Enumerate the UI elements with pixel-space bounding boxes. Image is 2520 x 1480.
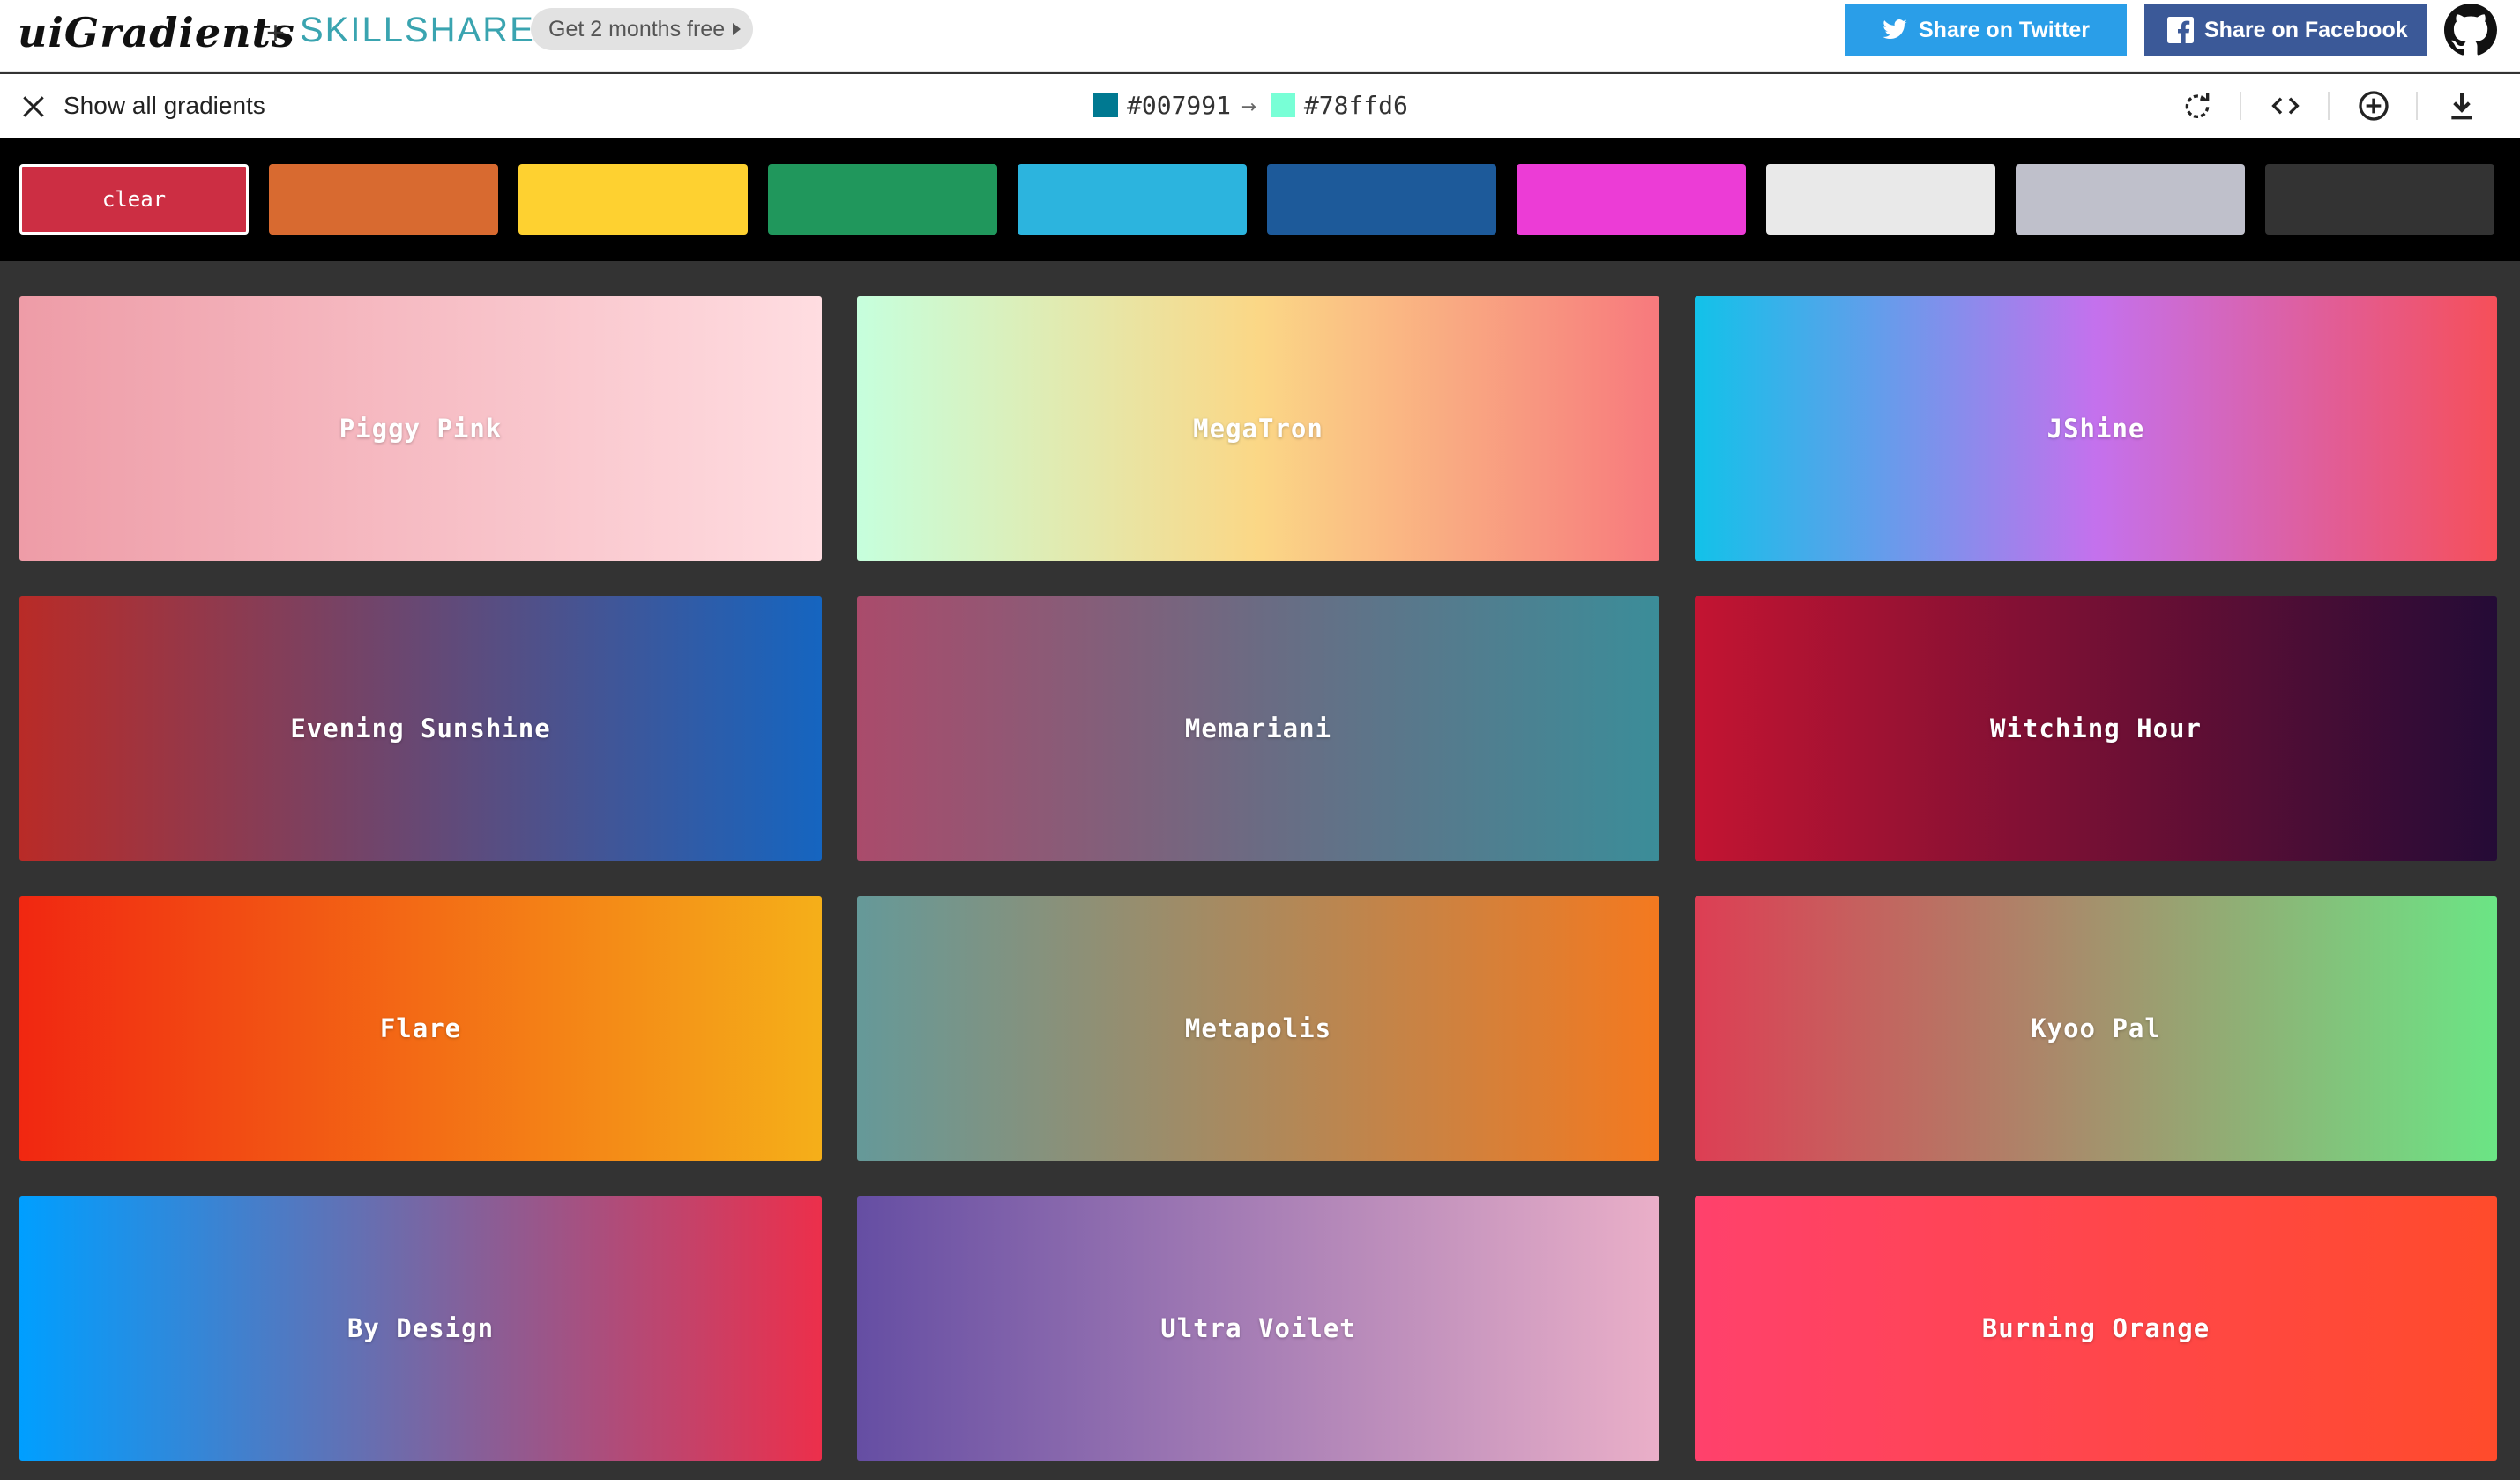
promo-label: Get 2 months free [548,17,726,41]
gradient-card[interactable]: MegaTron [857,296,1659,561]
get-css-button[interactable] [2268,88,2303,123]
promo-button[interactable]: Get 2 months free [531,8,754,50]
filter-color-black[interactable] [2265,164,2494,235]
gradient-name: Flare [379,1013,462,1043]
gradient-card[interactable]: By Design [19,1196,822,1461]
download-icon [2451,93,2472,120]
filter-color-green[interactable] [768,164,997,235]
color-from-hex[interactable]: #007991 [1127,91,1231,120]
gradient-card[interactable]: Flare [19,896,822,1161]
toolbar-divider [2240,92,2241,120]
gradient-name: Kyoo Pal [2031,1013,2161,1043]
top-header: uiGradients + SKILLSHARE Get 2 months fr… [0,0,2520,72]
arrow-right-icon: → [1241,91,1256,120]
filter-color-yellow[interactable] [518,164,748,235]
gradient-card[interactable]: Burning Orange [1695,1196,2497,1461]
share-facebook-label: Share on Facebook [2204,18,2408,42]
share-twitter-button[interactable]: Share on Twitter [1845,4,2127,56]
gradient-name: Ultra Voilet [1160,1313,1356,1343]
gradient-name: Witching Hour [1990,714,2202,744]
filter-color-orange[interactable] [269,164,498,235]
gradient-card[interactable]: Memariani [857,596,1659,861]
gradient-name: Piggy Pink [339,414,503,444]
rotate-icon [2185,93,2210,118]
gradient-name: Memariani [1184,714,1332,744]
brand-logo[interactable]: uiGradients [18,9,295,56]
gradient-name: Metapolis [1184,1013,1332,1043]
gradient-name: Evening Sunshine [290,714,551,744]
github-icon[interactable] [2444,4,2497,56]
filter-color-cyan[interactable] [1018,164,1247,235]
gradient-toolbar: Show all gradients #007991 → #78ffd6 [0,74,2520,138]
add-icon [2359,91,2389,121]
toolbar-divider [2416,92,2418,120]
gradient-card[interactable]: Ultra Voilet [857,1196,1659,1461]
filter-color-magenta[interactable] [1517,164,1746,235]
plus-sign: + [266,14,286,50]
gradient-card[interactable]: Metapolis [857,896,1659,1161]
close-icon [23,96,44,117]
filter-color-grey[interactable] [2016,164,2245,235]
gradient-card[interactable]: JShine [1695,296,2497,561]
filter-color-blue[interactable] [1267,164,1496,235]
filter-clear-button[interactable]: clear [19,164,249,235]
show-all-label: Show all gradients [63,92,265,119]
gradient-name: Burning Orange [1981,1313,2211,1343]
color-filter-bar: clear [0,138,2520,261]
twitter-icon [1883,19,1907,40]
color-swatch-to [1270,93,1295,117]
skillshare-logo[interactable]: SKILLSHARE [300,11,535,50]
facebook-icon [2167,17,2194,43]
gradient-name: By Design [347,1313,495,1343]
gradient-card[interactable]: Witching Hour [1695,596,2497,861]
gradient-card[interactable]: Piggy Pink [19,296,822,561]
toolbar-divider [2328,92,2330,120]
gradient-name: MegaTron [1193,414,1323,444]
rotate-button[interactable] [2180,88,2215,123]
gradient-name: JShine [2047,414,2145,444]
show-all-gradients-button[interactable]: Show all gradients [19,90,265,122]
filter-color-white[interactable] [1766,164,1995,235]
caret-right-icon [733,23,742,35]
gradient-card[interactable]: Kyoo Pal [1695,896,2497,1161]
current-gradient-colors: #007991 → #78ffd6 [1093,88,1408,123]
download-button[interactable] [2444,88,2479,123]
code-icon [2271,97,2300,115]
color-swatch-from [1093,93,1118,117]
add-gradient-button[interactable] [2356,88,2391,123]
share-twitter-label: Share on Twitter [1919,18,2091,42]
share-facebook-button[interactable]: Share on Facebook [2144,4,2427,56]
gradient-card[interactable]: Evening Sunshine [19,596,822,861]
color-to-hex[interactable]: #78ffd6 [1304,91,1408,120]
